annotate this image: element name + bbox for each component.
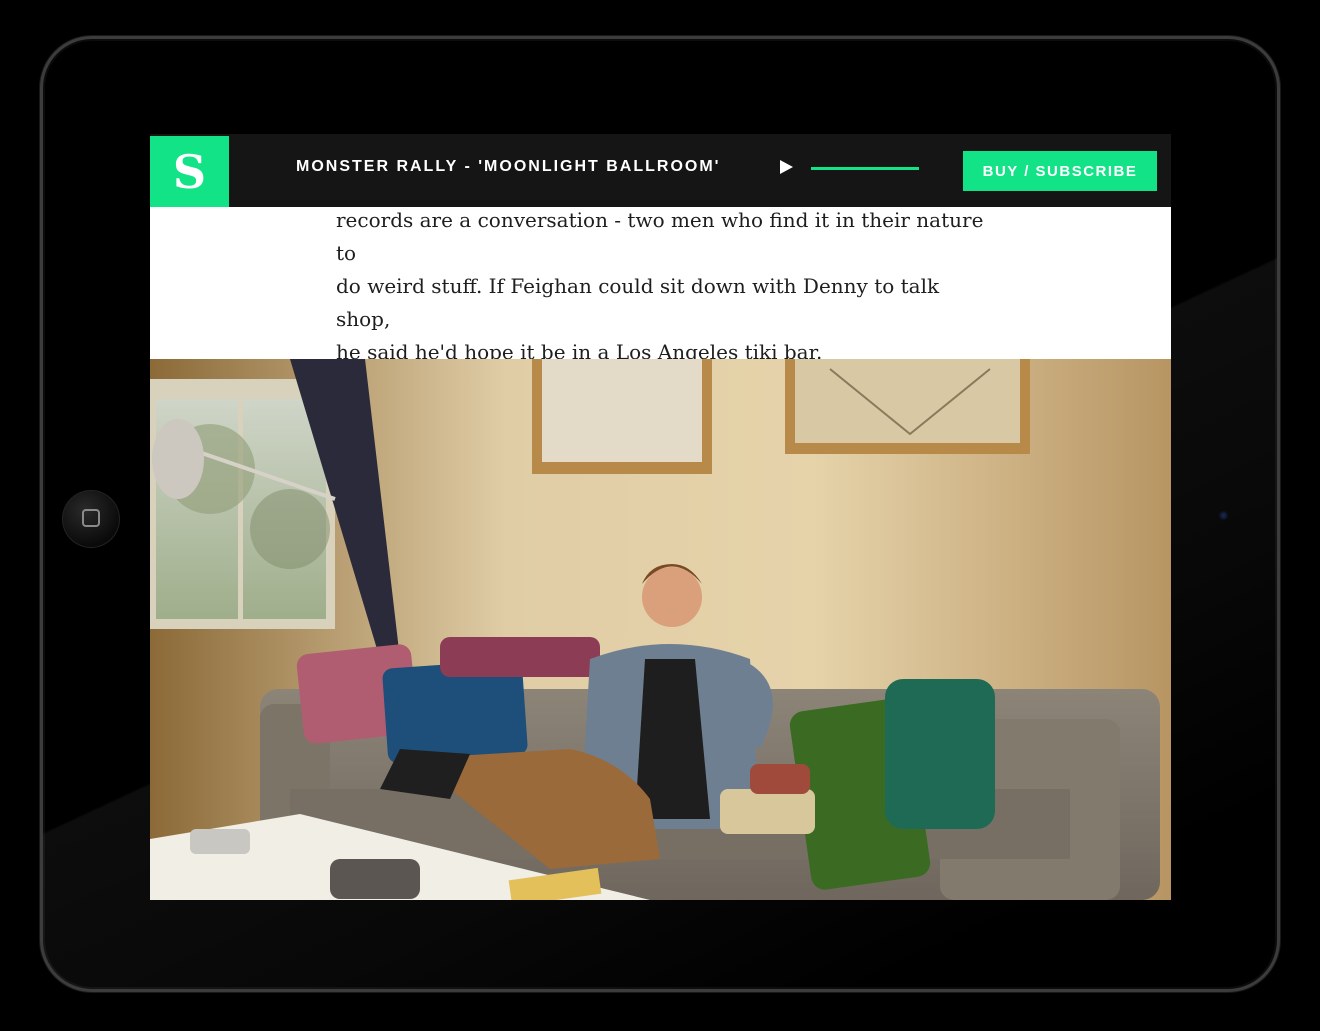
- article-line: records are a conversation - two men who…: [336, 208, 984, 265]
- progress-fill: [811, 167, 919, 170]
- audio-player-bar: S MONSTER RALLY - 'MOONLIGHT BALLROOM' B…: [150, 134, 1171, 207]
- camera-icon: [1219, 511, 1228, 520]
- app-screen: S MONSTER RALLY - 'MOONLIGHT BALLROOM' B…: [150, 134, 1171, 900]
- play-icon[interactable]: [780, 160, 793, 174]
- article-photo: [150, 359, 1171, 900]
- logo-letter: S: [172, 144, 207, 199]
- track-title: MONSTER RALLY - 'MOONLIGHT BALLROOM': [296, 158, 721, 175]
- article-body: records are a conversation - two men who…: [336, 204, 996, 369]
- article-line: do weird stuff. If Feighan could sit dow…: [336, 274, 940, 331]
- home-button-icon: [82, 509, 100, 527]
- buy-subscribe-button[interactable]: BUY / SUBSCRIBE: [963, 151, 1157, 191]
- site-logo[interactable]: S: [150, 136, 229, 207]
- progress-bar[interactable]: [811, 167, 919, 170]
- home-button[interactable]: [62, 490, 120, 548]
- photo-illustration: [150, 359, 1171, 900]
